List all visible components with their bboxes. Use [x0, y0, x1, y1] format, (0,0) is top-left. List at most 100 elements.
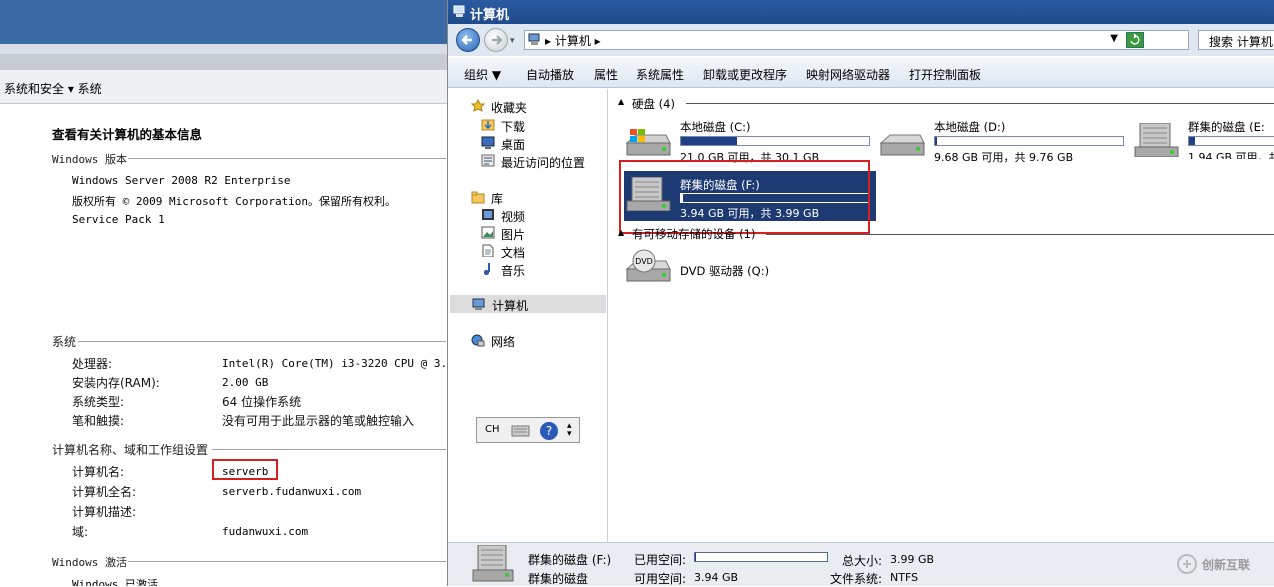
system-properties-button[interactable]: 系统属性: [636, 66, 684, 83]
dvd-drive-name: DVD 驱动器 (Q:): [680, 264, 770, 278]
refresh-button[interactable]: [1126, 32, 1144, 48]
language-bar[interactable]: CH ? ▴ ▾: [476, 417, 580, 443]
dvd-drive-icon: DVD: [625, 249, 671, 282]
nav-item-computer-selected[interactable]: 计算机: [450, 295, 606, 313]
ram-label: 安装内存(RAM):: [72, 376, 160, 390]
map-network-drive-button[interactable]: 映射网络驱动器: [806, 66, 890, 83]
download-folder-icon: [481, 119, 495, 131]
drive-c[interactable]: 本地磁盘 (C:) 21.0 GB 可用，共 30.1 GB: [624, 119, 874, 164]
cluster-disk-icon: [1134, 123, 1179, 157]
details-pane: 群集的磁盘 (F:) 群集的磁盘 已用空间: 可用空间: 3.94 GB 总大小…: [448, 542, 1274, 586]
help-icon[interactable]: ?: [539, 421, 559, 441]
nav-item-documents[interactable]: 文档: [501, 244, 525, 261]
full-name-value: serverb.fudanwuxi.com: [222, 485, 362, 498]
recent-places-icon: [481, 154, 495, 167]
search-input[interactable]: 搜索 计算机: [1198, 30, 1274, 50]
section-computer-name: 计算机名称、域和工作组设置: [52, 443, 209, 457]
nav-item-downloads[interactable]: 下载: [501, 118, 525, 135]
organize-menu[interactable]: 组织 ▼: [464, 66, 501, 83]
system-type-value: 64 位操作系统: [222, 395, 302, 409]
music-icon: [483, 263, 490, 275]
library-icon: [471, 191, 485, 204]
document-icon: [482, 244, 494, 257]
window-frame: [0, 44, 450, 54]
pen-touch-value: 没有可用于此显示器的笔或触控输入: [222, 414, 415, 428]
watermark-text: 创新互联: [1202, 558, 1251, 572]
ram-value: 2.00 GB: [222, 376, 269, 389]
divider: [78, 341, 446, 342]
content-pane: ▲ 硬盘 (4) 本地磁盘 (C:) 21.0 GB 可用，共 30.1 GB …: [610, 89, 1274, 542]
nav-item-music[interactable]: 音乐: [501, 262, 525, 279]
refresh-icon: [1130, 33, 1140, 45]
group-header-removable[interactable]: 有可移动存储的设备 (1): [632, 226, 755, 242]
nav-libraries[interactable]: 库: [491, 190, 503, 207]
drive-d-usage-fill: [935, 137, 937, 145]
edition-text: Windows Server 2008 R2 Enterprise: [72, 174, 291, 187]
svg-text:DVD: DVD: [635, 257, 653, 266]
free-space-label: 可用空间:: [634, 572, 687, 586]
nav-favorites[interactable]: 收藏夹: [491, 99, 527, 116]
copyright-text: 版权所有 © 2009 Microsoft Corporation。保留所有权利…: [72, 195, 397, 208]
details-usage-fill: [695, 553, 697, 561]
uninstall-programs-button[interactable]: 卸载或更改程序: [703, 66, 787, 83]
drive-d-info: 9.68 GB 可用，共 9.76 GB: [934, 151, 1074, 164]
drive-e[interactable]: 群集的磁盘 (E: 1.94 GB 可用，共: [1132, 119, 1274, 159]
hard-drive-icon: [879, 134, 925, 156]
collapse-icon[interactable]: ▲: [618, 228, 624, 237]
drive-dvd[interactable]: DVD DVD 驱动器 (Q:): [624, 247, 874, 287]
divider: [128, 561, 446, 562]
details-usage-bar: [694, 552, 828, 562]
activation-status: Windows 已激活: [72, 578, 158, 586]
title-bar[interactable]: 计算机: [448, 0, 1274, 24]
options-chevron-icon[interactable]: ▴ ▾: [567, 422, 572, 439]
breadcrumb[interactable]: 系统和安全 ▾ 系统: [4, 80, 102, 97]
address-path[interactable]: ▸ 计算机 ▸ ▼: [524, 30, 1189, 50]
address-bar[interactable]: 系统和安全 ▾ 系统: [0, 70, 450, 104]
nav-network[interactable]: 网络: [491, 333, 515, 350]
section-windows-edition: Windows 版本: [52, 153, 127, 166]
forward-button[interactable]: [484, 28, 508, 52]
nav-computer: 计算机: [492, 299, 529, 313]
chevron-down-icon[interactable]: ▼: [1110, 33, 1118, 44]
service-pack-text: Service Pack 1: [72, 213, 165, 226]
divider: [686, 103, 1274, 104]
page-title: 查看有关计算机的基本信息: [52, 127, 203, 142]
language-indicator[interactable]: CH: [485, 424, 500, 435]
back-button[interactable]: [456, 28, 480, 52]
processor-value: Intel(R) Core(TM) i3-3220 CPU @ 3.30GH: [222, 357, 450, 370]
open-control-panel-button[interactable]: 打开控制面板: [909, 66, 981, 83]
desktop-background: [0, 0, 450, 48]
total-size-label: 总大小:: [842, 554, 883, 568]
divider: [766, 234, 1274, 235]
autoplay-button[interactable]: 自动播放: [526, 66, 574, 83]
computer-icon: [528, 33, 540, 45]
nav-item-desktop[interactable]: 桌面: [501, 136, 525, 153]
computer-icon: [472, 298, 485, 310]
nav-item-pictures[interactable]: 图片: [501, 226, 525, 243]
domain-label: 域:: [72, 525, 89, 539]
drive-e-usage-bar: [1188, 136, 1274, 146]
drive-d[interactable]: 本地磁盘 (D:) 9.68 GB 可用，共 9.76 GB: [878, 119, 1128, 164]
collapse-icon[interactable]: ▲: [618, 97, 624, 106]
total-size-value: 3.99 GB: [890, 553, 935, 566]
free-space-value: 3.94 GB: [694, 571, 739, 584]
nav-item-videos[interactable]: 视频: [501, 208, 525, 225]
nav-item-recent[interactable]: 最近访问的位置: [501, 154, 585, 171]
used-space-label: 已用空间:: [634, 553, 687, 567]
section-activation: Windows 激活: [52, 556, 127, 569]
group-header-hdd[interactable]: 硬盘 (4): [632, 96, 675, 112]
details-drive-type: 群集的磁盘: [528, 572, 589, 586]
computer-name-label: 计算机名:: [72, 465, 125, 479]
pen-touch-label: 笔和触摸:: [72, 414, 125, 428]
drive-c-usage-bar: [680, 136, 870, 146]
drive-e-info: 1.94 GB 可用，共: [1188, 151, 1274, 159]
recent-pages-chevron[interactable]: ▾: [510, 36, 515, 46]
video-icon: [482, 209, 494, 220]
drive-c-usage-fill: [681, 137, 738, 145]
properties-button[interactable]: 属性: [594, 66, 618, 83]
file-system-label: 文件系统:: [830, 572, 883, 586]
drive-d-name: 本地磁盘 (D:): [934, 120, 1006, 134]
windows-drive-icon: [625, 129, 671, 156]
keyboard-icon[interactable]: [511, 423, 531, 439]
drive-c-name: 本地磁盘 (C:): [680, 120, 751, 134]
